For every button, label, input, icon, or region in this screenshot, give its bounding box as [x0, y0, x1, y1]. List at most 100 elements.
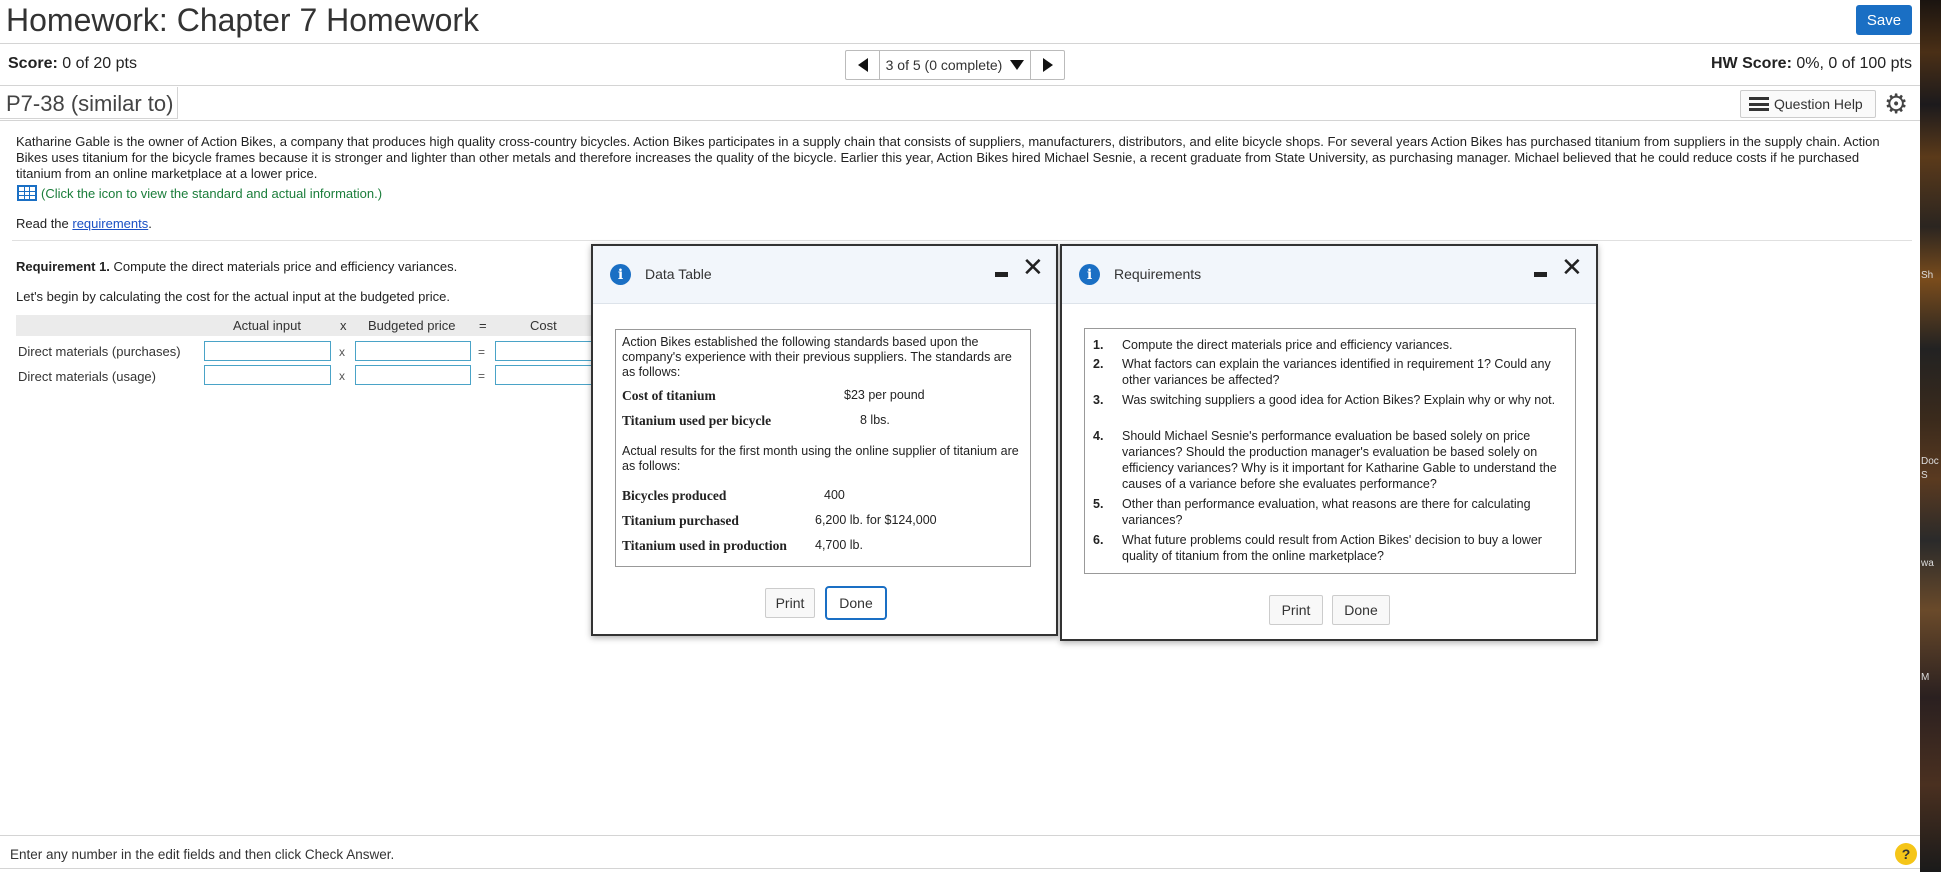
multiply-sign: x: [339, 369, 345, 383]
previous-question-button[interactable]: [846, 51, 880, 79]
requirement-1-heading: Requirement 1. Compute the direct materi…: [16, 259, 457, 274]
done-button[interactable]: Done: [825, 586, 887, 620]
data-table-link-text[interactable]: (Click the icon to view the standard and…: [41, 186, 382, 201]
instruction-text: Let's begin by calculating the cost for …: [16, 289, 450, 304]
desktop-icon-label: wa: [1921, 558, 1934, 569]
minimize-icon[interactable]: [995, 272, 1008, 277]
page-title: Homework: Chapter 7 Homework: [6, 2, 480, 38]
question-help-label: Question Help: [1774, 96, 1863, 112]
multiply-sign: x: [339, 345, 345, 359]
print-button[interactable]: Print: [1269, 595, 1323, 625]
column-header-actual-input: Actual input: [233, 318, 301, 333]
requirement-number: 5.: [1093, 497, 1104, 511]
requirement-1-label: Requirement 1.: [16, 259, 110, 274]
data-table-link[interactable]: (Click the icon to view the standard and…: [17, 185, 382, 201]
question-position-dropdown[interactable]: 3 of 5 (0 complete): [880, 51, 1030, 79]
list-icon: [1749, 97, 1769, 111]
actual-input-usage-field[interactable]: [204, 365, 331, 385]
actual-label: Titanium purchased: [622, 513, 739, 528]
requirements-link[interactable]: requirements: [72, 216, 148, 231]
help-icon[interactable]: ?: [1895, 843, 1917, 865]
actuals-intro: Actual results for the first month using…: [622, 444, 1019, 473]
requirement-number: 6.: [1093, 533, 1104, 547]
column-header-equals: =: [479, 318, 487, 333]
section-divider: [12, 240, 1912, 241]
score-divider: [0, 85, 1920, 86]
requirement-text: Was switching suppliers a good idea for …: [1122, 393, 1556, 407]
cost-purchases-field[interactable]: [495, 341, 593, 361]
info-icon: i: [1079, 264, 1100, 285]
requirement-item: 4. Should Michael Sesnie's performance e…: [1093, 428, 1567, 492]
actual-label: Bicycles produced: [622, 488, 727, 503]
requirement-text: What factors can explain the variances i…: [1122, 357, 1551, 387]
triangle-right-icon: [1042, 58, 1053, 72]
requirements-dialog-header[interactable]: i Requirements ✕: [1062, 246, 1596, 304]
row-label-purchases: Direct materials (purchases): [18, 344, 181, 359]
problem-statement: Katharine Gable is the owner of Action B…: [16, 134, 1880, 181]
actual-value: 400: [824, 488, 845, 502]
read-requirements-prefix: Read the: [16, 216, 73, 231]
triangle-left-icon: [857, 58, 868, 72]
header-divider: [0, 43, 1920, 44]
standard-value: $23 per pound: [844, 388, 925, 402]
read-requirements: Read the requirements.: [16, 216, 152, 231]
requirement-text: What future problems could result from A…: [1122, 533, 1542, 563]
requirement-1-text: Compute the direct materials price and e…: [109, 259, 458, 274]
requirement-number: 4.: [1093, 429, 1104, 443]
close-icon[interactable]: ✕: [1022, 254, 1044, 280]
requirement-text: Should Michael Sesnie's performance eval…: [1122, 429, 1557, 491]
actual-input-purchases-field[interactable]: [204, 341, 331, 361]
cost-usage-field[interactable]: [495, 365, 593, 385]
standard-label: Cost of titanium: [622, 388, 716, 403]
requirement-number: 1.: [1093, 338, 1104, 352]
info-icon: i: [610, 264, 631, 285]
hw-score-value: 0%, 0 of 100 pts: [1796, 55, 1912, 72]
budgeted-price-usage-field[interactable]: [355, 365, 471, 385]
requirement-item: 2. What factors can explain the variance…: [1093, 356, 1567, 388]
question-position-label: 3 of 5 (0 complete): [885, 57, 1003, 73]
requirement-number: 2.: [1093, 357, 1104, 371]
question-help-button[interactable]: Question Help: [1740, 90, 1876, 118]
score-value: 0 of 20 pts: [62, 55, 137, 72]
standards-intro: Action Bikes established the following s…: [622, 335, 1012, 379]
column-header-multiply: x: [340, 318, 347, 333]
read-requirements-suffix: .: [148, 216, 152, 231]
next-question-button[interactable]: [1030, 51, 1064, 79]
footer-divider: [0, 835, 1920, 836]
table-icon[interactable]: [17, 185, 37, 201]
bottom-divider: [0, 868, 1920, 869]
column-header-cost: Cost: [530, 318, 557, 333]
actual-value: 6,200 lb. for $124,000: [815, 513, 937, 527]
desktop-background-strip: Sh Doc S wa M: [1920, 0, 1941, 872]
question-navigator: 3 of 5 (0 complete): [845, 50, 1065, 80]
budgeted-price-purchases-field[interactable]: [355, 341, 471, 361]
requirement-item: 5. Other than performance evaluation, wh…: [1093, 496, 1567, 528]
question-divider: [0, 120, 1920, 121]
minimize-icon[interactable]: [1534, 272, 1547, 277]
standard-label: Titanium used per bicycle: [622, 413, 772, 428]
triangle-down-icon: [1010, 60, 1025, 70]
hw-score-display: HW Score: 0%, 0 of 100 pts: [1711, 55, 1912, 73]
calc-table-header: Actual input x Budgeted price = Cost: [16, 315, 596, 336]
score-label: Score:: [8, 55, 58, 72]
row-label-usage: Direct materials (usage): [18, 369, 156, 384]
data-table-dialog-header[interactable]: i Data Table ✕: [593, 246, 1056, 304]
gear-icon[interactable]: ⚙: [1884, 89, 1908, 119]
requirement-item: 6. What future problems could result fro…: [1093, 532, 1567, 564]
requirements-dialog: i Requirements ✕ 1. Compute the direct m…: [1060, 244, 1598, 641]
question-id: P7-38 (similar to): [6, 91, 174, 116]
print-button[interactable]: Print: [765, 588, 815, 618]
done-button[interactable]: Done: [1332, 595, 1390, 625]
close-icon[interactable]: ✕: [1561, 254, 1583, 280]
standard-value: 8 lbs.: [860, 413, 890, 427]
equals-sign: =: [478, 345, 486, 359]
footer-instruction: Enter any number in the edit fields and …: [10, 847, 395, 862]
requirements-dialog-title: Requirements: [1114, 266, 1202, 282]
requirement-item: 3. Was switching suppliers a good idea f…: [1093, 392, 1567, 408]
requirement-number: 3.: [1093, 393, 1104, 407]
score-display: Score: 0 of 20 pts: [8, 55, 137, 73]
save-button[interactable]: Save: [1856, 5, 1912, 35]
desktop-icon-label: M: [1921, 672, 1930, 683]
hw-score-label: HW Score:: [1711, 55, 1792, 72]
equals-sign: =: [478, 369, 486, 383]
